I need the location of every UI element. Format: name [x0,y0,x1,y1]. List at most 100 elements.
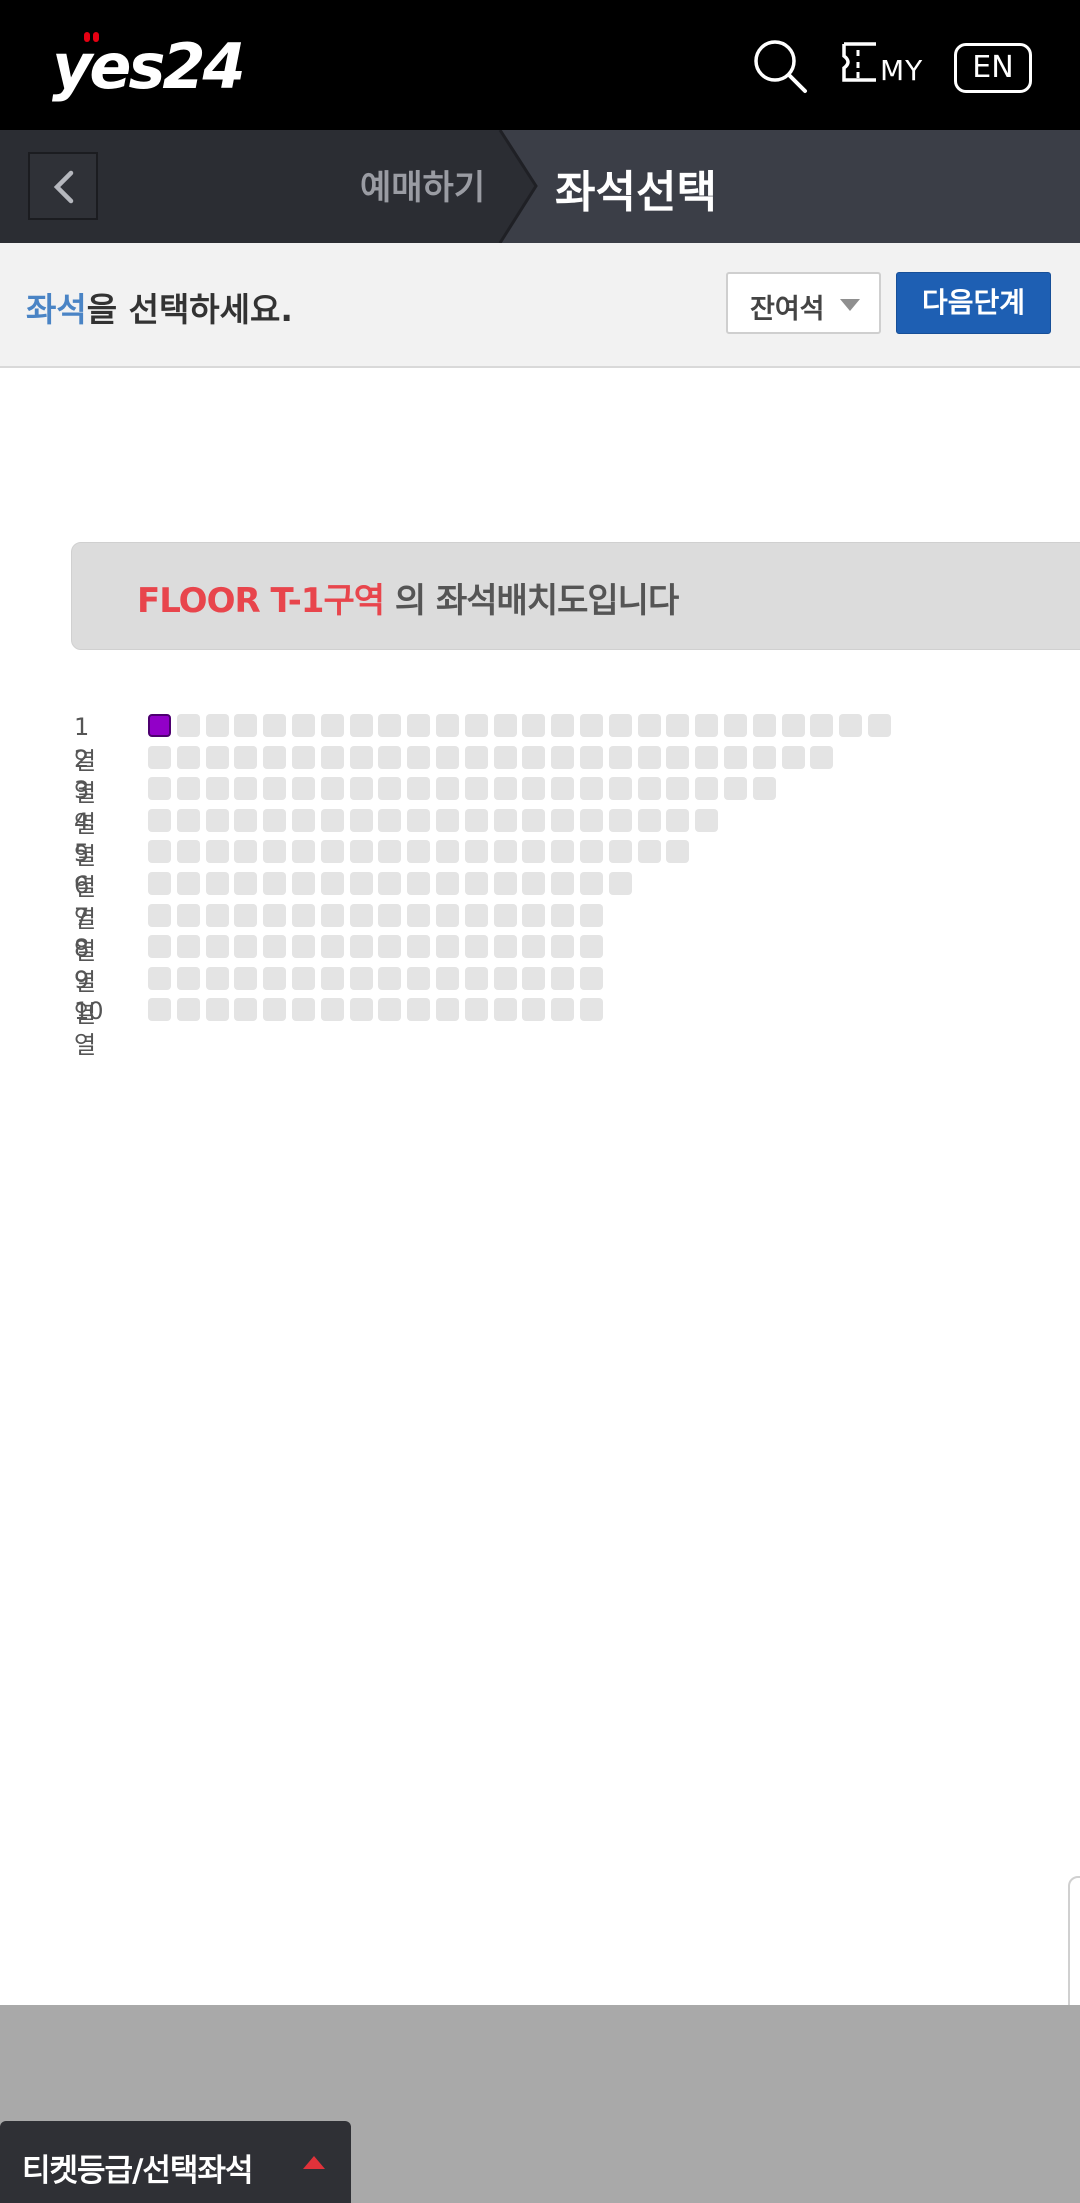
seat-available[interactable] [551,777,575,801]
seat-available[interactable] [292,966,315,990]
seat-available[interactable] [493,808,517,832]
seat-available[interactable] [263,745,287,769]
seat-available[interactable] [320,714,344,737]
seat-available[interactable] [551,840,575,864]
seat-available[interactable] [205,998,229,1022]
seat-available[interactable] [436,777,459,801]
seat-available[interactable] [292,998,315,1022]
seat-available[interactable] [205,808,229,832]
seat-available[interactable] [493,998,517,1022]
seat-available[interactable] [378,872,402,895]
seat-available[interactable] [176,935,200,959]
seat-available[interactable] [608,714,632,737]
seat-available[interactable] [464,808,488,832]
seat-available[interactable] [522,777,546,801]
seat-available[interactable] [493,966,517,990]
seat-available[interactable] [551,998,575,1022]
seat-available[interactable] [464,777,488,801]
my-ticket-button[interactable]: MY [842,40,924,90]
seat-available[interactable] [205,872,229,895]
seat-available[interactable] [551,808,575,832]
seat-available[interactable] [752,745,776,769]
seat-available[interactable] [695,808,719,832]
seat-available[interactable] [666,840,690,864]
seat-available[interactable] [234,966,258,990]
seat-available[interactable] [464,840,488,864]
seat-available[interactable] [464,903,488,927]
seat-available[interactable] [292,903,315,927]
seat-available[interactable] [551,903,575,927]
back-button[interactable] [28,152,98,220]
seat-available[interactable] [493,745,517,769]
seat-available[interactable] [810,714,834,737]
seat-available[interactable] [868,714,891,737]
seat-available[interactable] [378,808,402,832]
seat-available[interactable] [551,872,575,895]
seat-available[interactable] [176,903,200,927]
seat-available[interactable] [176,998,200,1022]
seat-available[interactable] [464,966,488,990]
seat-available[interactable] [752,777,776,801]
seat-available[interactable] [637,777,661,801]
seat-available[interactable] [493,714,517,737]
seat-available[interactable] [205,745,229,769]
seat-available[interactable] [407,966,431,990]
seat-available[interactable] [148,745,171,769]
seat-available[interactable] [349,777,373,801]
language-en-button[interactable]: EN [954,43,1032,93]
seat-available[interactable] [580,935,603,959]
seat-available[interactable] [320,998,344,1022]
seat-available[interactable] [522,714,546,737]
seat-available[interactable] [608,872,632,895]
seat-available[interactable] [320,966,344,990]
seat-available[interactable] [580,808,603,832]
seat-available[interactable] [176,808,200,832]
seat-available[interactable] [320,935,344,959]
seat-available[interactable] [551,966,575,990]
seat-available[interactable] [666,808,690,832]
seat-available[interactable] [320,745,344,769]
seat-available[interactable] [292,840,315,864]
search-button[interactable] [752,38,808,94]
seat-available[interactable] [464,745,488,769]
seat-available[interactable] [580,714,603,737]
seat-available[interactable] [436,808,459,832]
seat-available[interactable] [292,808,315,832]
seat-available[interactable] [349,745,373,769]
seat-available[interactable] [580,998,603,1022]
seat-available[interactable] [436,998,459,1022]
seat-available[interactable] [176,714,200,737]
seat-available[interactable] [234,872,258,895]
seat-available[interactable] [666,745,690,769]
seat-available[interactable] [292,872,315,895]
seat-available[interactable] [176,840,200,864]
seat-available[interactable] [493,872,517,895]
seat-available[interactable] [637,840,661,864]
seat-available[interactable] [349,903,373,927]
ticket-grade-selected-seats-tab[interactable]: 티켓등급/선택좌석 [0,2121,351,2203]
seat-available[interactable] [320,872,344,895]
seat-available[interactable] [234,840,258,864]
seat-available[interactable] [292,745,315,769]
seat-available[interactable] [580,745,603,769]
seat-available[interactable] [407,903,431,927]
seat-available[interactable] [608,840,632,864]
seat-available[interactable] [263,935,287,959]
seat-available[interactable] [205,966,229,990]
seat-available[interactable] [666,777,690,801]
seat-available[interactable] [234,903,258,927]
seat-available[interactable] [148,998,171,1022]
seat-available[interactable] [522,745,546,769]
seat-available[interactable] [176,777,200,801]
next-step-button[interactable]: 다음단계 [896,272,1051,334]
seat-available[interactable] [580,966,603,990]
seat-available[interactable] [724,714,747,737]
seat-available[interactable] [263,840,287,864]
seat-available[interactable] [349,998,373,1022]
seat-available[interactable] [580,840,603,864]
seat-available[interactable] [407,808,431,832]
seat-available[interactable] [464,714,488,737]
seat-available[interactable] [608,808,632,832]
seat-available[interactable] [378,935,402,959]
seat-available[interactable] [176,966,200,990]
